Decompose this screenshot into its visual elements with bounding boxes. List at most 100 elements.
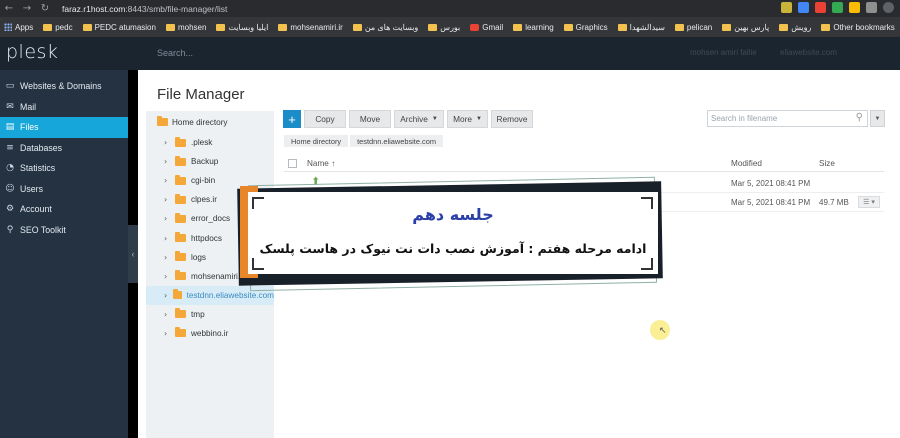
bookmark[interactable]: پارس بهین [722,23,769,32]
sidebar-item-websites-domains[interactable]: ▭ Websites & Domains [0,76,128,97]
copy-label: Copy [315,114,335,124]
move-button[interactable]: Move [349,110,391,128]
tree-label: httpdocs [191,233,222,243]
row-menu-button[interactable]: ☰ ▾ [858,196,880,208]
extension-icon[interactable] [798,2,809,13]
banner-subtitle: ادامه مرحله هفتم : آموزش نصب دات نت نیوک… [259,241,647,256]
chevron-right-icon[interactable]: › [164,157,170,166]
column-name[interactable]: Name ↑ [307,159,335,168]
sidebar-item-label: Account [20,204,52,215]
bookmark[interactable]: learning [513,23,554,32]
bookmark-other[interactable]: Other bookmarks [821,23,895,32]
tree-label: Backup [191,157,219,167]
sidebar-item-seo-toolkit[interactable]: ⚲ SEO Toolkit [0,220,128,241]
bookmark[interactable]: PEDC atumasion [82,23,156,32]
avatar[interactable] [883,2,894,13]
tree-root-home[interactable]: Home directory [146,111,274,133]
monitor-icon: ▭ [5,81,15,92]
tree-label: logs [191,252,207,262]
bookmark[interactable]: رویش [779,23,811,32]
sidebar-item-label: SEO Toolkit [20,224,66,235]
chevron-right-icon[interactable]: › [164,310,170,319]
column-modified[interactable]: Modified [731,159,762,168]
bookmark[interactable]: وبسایت های من [352,23,418,32]
tree-item[interactable]: › .plesk [146,133,274,152]
user-menu[interactable]: mohsen amiri fallie [690,48,757,57]
sidebar-collapse-toggle[interactable]: ‹ [128,225,138,283]
sidebar-item-label: Files [20,122,39,133]
corner-mark [252,258,264,270]
global-search-input[interactable]: Search... [157,48,193,58]
bookmark-apps[interactable]: Apps [4,23,33,32]
sidebar: ▭ Websites & Domains ✉ Mail ▤ Files ≡ Databa… [0,70,128,438]
bookmark[interactable]: بورس [428,23,460,32]
forward-icon[interactable]: → [18,3,36,14]
chevron-right-icon[interactable]: › [164,329,170,338]
tree-label: mohsenamiri.ir [191,271,245,281]
breadcrumb-home[interactable]: Home directory [284,135,349,147]
star-icon[interactable] [781,2,792,13]
filename-search-input[interactable]: Search in filename ⚲ [707,110,868,127]
folder-icon [82,23,92,31]
sidebar-item-account[interactable]: ⚙ Account [0,199,128,220]
tree-label: cgi-bin [191,176,216,186]
sidebar-item-statistics[interactable]: ◔ Statistics [0,158,128,179]
bookmark[interactable]: mohsenamiri.ir [278,23,343,32]
bookmark[interactable]: mohsen [165,23,206,32]
file-table-header: Name ↑ Modified Size [284,156,884,172]
bookmark[interactable]: pedc [43,23,73,32]
archive-label: Archive [400,114,428,124]
subscription-menu[interactable]: eliawebsite.com [780,48,837,57]
chevron-right-icon[interactable]: › [164,234,170,243]
chevron-right-icon[interactable]: › [164,195,170,204]
back-icon[interactable]: ← [0,3,18,14]
remove-button[interactable]: Remove [491,110,533,128]
folder-icon [43,23,53,31]
archive-button[interactable]: Archive ▼ [394,110,444,128]
tree-item[interactable]: › Backup [146,152,274,171]
sidebar-item-databases[interactable]: ≡ Databases [0,138,128,159]
folder-icon [216,23,226,31]
url-field[interactable]: faraz.r1host.com:8443/smb/file-manager/l… [62,4,227,14]
chevron-right-icon[interactable]: › [164,176,170,185]
chevron-right-icon[interactable]: › [164,272,170,281]
extension-icon[interactable] [815,2,826,13]
more-button[interactable]: More ▼ [447,110,488,128]
bookmark[interactable]: Gmail [470,23,503,32]
bookmark[interactable]: سیدالشهدا [617,23,665,32]
tree-item[interactable]: › tmp [146,305,274,324]
statistics-icon: ◔ [6,163,14,174]
chevron-right-icon[interactable]: › [164,253,170,262]
chevron-right-icon[interactable]: › [164,291,168,300]
copy-button[interactable]: Copy [304,110,346,128]
row-modified: Mar 5, 2021 08:41 PM [731,179,811,188]
sidebar-item-mail[interactable]: ✉ Mail [0,97,128,118]
bookmark[interactable]: ایلیا وبسایت [216,23,268,32]
extension-icon[interactable] [866,2,877,13]
folder-icon [513,23,523,31]
tree-item[interactable]: › webbino.ir [146,324,274,343]
extension-icon[interactable] [849,2,860,13]
extension-icon[interactable] [832,2,843,13]
search-options-dropdown[interactable]: ▼ [870,110,885,127]
add-button[interactable]: + [283,110,301,128]
chevron-right-icon[interactable]: › [164,214,170,223]
bookmark[interactable]: Graphics [563,23,608,32]
column-size[interactable]: Size [819,159,835,168]
apps-icon [4,23,12,31]
file-toolbar: + Copy Move Archive ▼ More ▼ Remove [283,110,533,128]
search-icon[interactable]: ⚲ [856,112,863,123]
sidebar-item-users[interactable]: ☺ Users [0,179,128,200]
chevron-right-icon[interactable]: › [164,138,170,147]
select-all-checkbox[interactable] [288,159,297,168]
plesk-logo[interactable]: plesk [6,41,58,63]
breadcrumb-current[interactable]: testdnn.eliawebsite.com [350,135,443,147]
user-icon: ☺ [5,183,15,194]
seo-icon: ⚲ [6,224,14,235]
tree-label: clpes.ir [191,195,217,205]
folder-icon [563,23,573,31]
bookmark[interactable]: pelican [674,23,712,32]
sidebar-item-files[interactable]: ▤ Files [0,117,128,138]
folder-icon [278,23,288,31]
reload-icon[interactable]: ↻ [36,3,54,14]
